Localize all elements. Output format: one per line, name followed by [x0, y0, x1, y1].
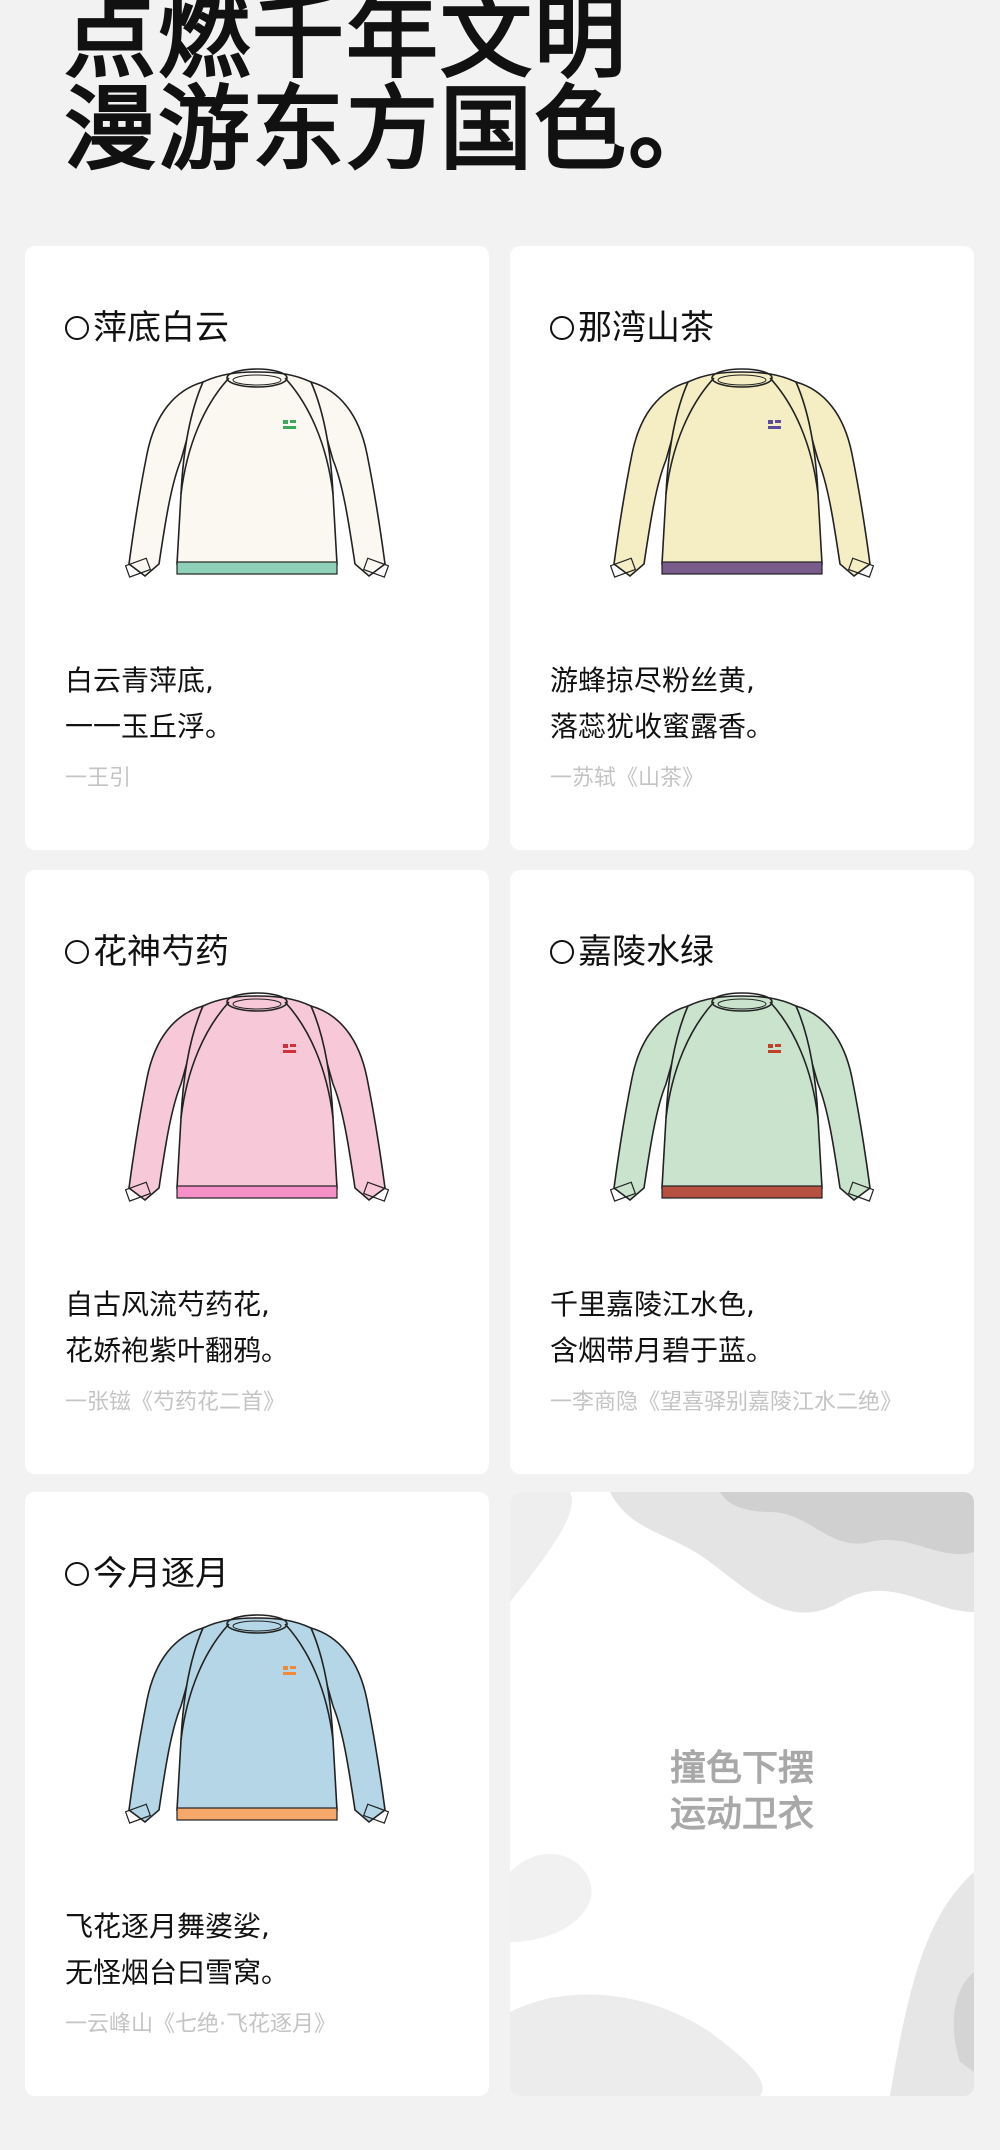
circle-icon — [550, 316, 574, 340]
card-title: 萍底白云 — [65, 308, 229, 348]
headline-line-2: 漫游东方国色。 — [64, 76, 723, 183]
poem-line-1: 自古风流芍药花, — [65, 1288, 270, 1321]
body — [176, 371, 338, 565]
promo-line-2: 运动卫衣 — [669, 1794, 814, 1835]
poem-source: 一张镃《芍药花二首》 — [65, 1390, 286, 1415]
body — [176, 995, 338, 1189]
poem: 游蜂掠尽粉丝黄, 落蕊犹收蜜露香。 — [550, 658, 774, 750]
card-title-text: 今月逐月 — [93, 1554, 229, 1594]
hem — [176, 1185, 338, 1199]
poem-source: 一李商隐《望喜驿别嘉陵江水二绝》 — [550, 1390, 903, 1415]
card-title-text: 花神芍药 — [93, 932, 229, 972]
product-card-1[interactable]: 萍底白云 白云青萍底, 一一玉丘浮。 一王引 — [25, 246, 489, 850]
card-title: 花神芍药 — [65, 932, 229, 972]
card-title: 今月逐月 — [65, 1554, 229, 1594]
poem-line-2: 含烟带月碧于蓝。 — [550, 1334, 775, 1367]
sweatshirt-image — [610, 992, 874, 1202]
sweatshirt-image — [125, 368, 389, 578]
product-card-3[interactable]: 花神芍药 自古风流芍药花, 花娇袍紫叶翻鸦。 一张镃《芍药花二首》 — [25, 870, 489, 1474]
hem — [661, 561, 823, 575]
poem-line-1: 飞花逐月舞婆娑, — [65, 1910, 270, 1943]
body — [176, 1617, 338, 1811]
sweatshirt-image — [125, 1614, 389, 1824]
card-title-text: 嘉陵水绿 — [578, 932, 714, 972]
card-title-text: 萍底白云 — [93, 308, 229, 348]
sweatshirt-image — [610, 368, 874, 578]
poem: 自古风流芍药花, 花娇袍紫叶翻鸦。 — [65, 1282, 289, 1374]
poem-line-1: 白云青萍底, — [65, 664, 214, 697]
card-title: 那湾山茶 — [550, 308, 714, 348]
circle-icon — [550, 940, 574, 964]
circle-icon — [65, 1562, 89, 1586]
sweatshirt-image — [125, 992, 389, 1202]
poem-line-2: 落蕊犹收蜜露香。 — [550, 710, 775, 743]
headline-line-1: 点燃千年文明 — [64, 0, 629, 91]
body — [661, 371, 823, 565]
circle-icon — [65, 316, 89, 340]
card-title-text: 那湾山茶 — [578, 308, 714, 348]
body — [661, 995, 823, 1189]
poem-source: 一苏轼《山茶》 — [550, 766, 705, 791]
card-title: 嘉陵水绿 — [550, 932, 714, 972]
poem-source: 一云峰山《七绝·飞花逐月》 — [65, 2012, 336, 2037]
poem-line-2: 无怪烟台曰雪窝。 — [65, 1956, 290, 1989]
poem: 飞花逐月舞婆娑, 无怪烟台曰雪窝。 — [65, 1904, 289, 1996]
hem — [176, 561, 338, 575]
poem: 千里嘉陵江水色, 含烟带月碧于蓝。 — [550, 1282, 774, 1374]
poem-line-1: 游蜂掠尽粉丝黄, — [550, 664, 755, 697]
headline: 点燃千年文明 漫游东方国色。 — [64, 0, 722, 176]
product-card-2[interactable]: 那湾山茶 游蜂掠尽粉丝黄, 落蕊犹收蜜露香。 一苏轼《山茶》 — [510, 246, 974, 850]
promo-text: 撞色下摆 运动卫衣 — [510, 1746, 974, 1838]
poem-source: 一王引 — [65, 766, 132, 791]
hem — [176, 1807, 338, 1821]
hem — [661, 1185, 823, 1199]
promo-line-1: 撞色下摆 — [669, 1748, 814, 1789]
poem-line-2: 花娇袍紫叶翻鸦。 — [65, 1334, 290, 1367]
promo-card: 撞色下摆 运动卫衣 — [510, 1492, 974, 2096]
product-card-5[interactable]: 今月逐月 飞花逐月舞婆娑, 无怪烟台曰雪窝。 一云峰山《七绝·飞花逐月》 — [25, 1492, 489, 2096]
poem-line-1: 千里嘉陵江水色, — [550, 1288, 755, 1321]
product-card-4[interactable]: 嘉陵水绿 千里嘉陵江水色, 含烟带月碧于蓝。 一李商隐《望喜驿别嘉陵江水二绝》 — [510, 870, 974, 1474]
poem: 白云青萍底, 一一玉丘浮。 — [65, 658, 233, 750]
circle-icon — [65, 940, 89, 964]
poem-line-2: 一一玉丘浮。 — [65, 710, 234, 743]
